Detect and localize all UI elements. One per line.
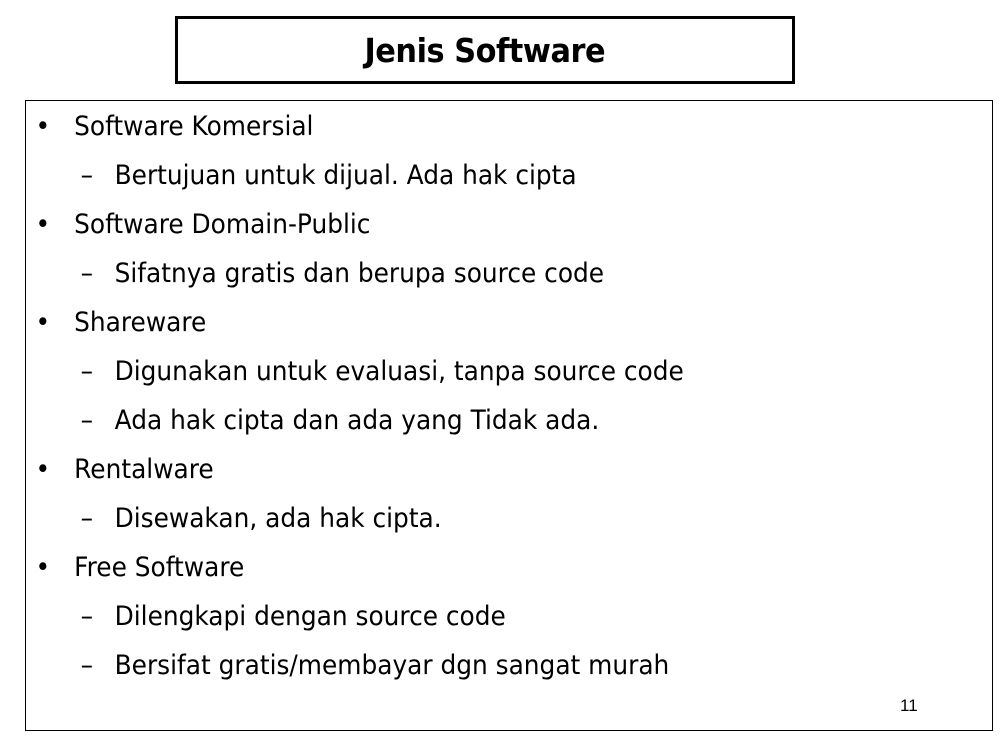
sub-bullet-label: Bertujuan untuk dijual. Ada hak cipta <box>114 160 577 191</box>
bullet-icon: • <box>35 454 51 485</box>
bullet-item-label: Software Domain-Public <box>74 209 371 240</box>
dash-icon: – <box>80 650 94 681</box>
dash-icon: – <box>80 405 94 436</box>
dash-icon: – <box>80 258 94 289</box>
sub-bullet-label: Disewakan, ada hak cipta. <box>114 503 442 534</box>
bullet-item-label: Rentalware <box>74 454 214 485</box>
bullet-icon: • <box>35 209 51 240</box>
page-number: 11 <box>900 696 918 715</box>
bullet-item-label: Shareware <box>74 307 207 338</box>
sub-bullet-label: Sifatnya gratis dan berupa source code <box>114 258 605 289</box>
sub-bullet-label: Bersifat gratis/membayar dgn sangat mura… <box>114 650 670 681</box>
sub-bullet-label: Dilengkapi dengan source code <box>114 601 506 632</box>
bullet-item-label: Free Software <box>74 552 245 583</box>
bullet-icon: • <box>35 552 51 583</box>
sub-bullet-label: Ada hak cipta dan ada yang Tidak ada. <box>114 405 600 436</box>
bullet-icon: • <box>35 111 51 142</box>
slide-title: Jenis Software <box>364 30 606 70</box>
dash-icon: – <box>80 356 94 387</box>
dash-icon: – <box>80 503 94 534</box>
bullet-item-label: Software Komersial <box>74 111 314 142</box>
bullet-icon: • <box>35 307 51 338</box>
sub-bullet-label: Digunakan untuk evaluasi, tanpa source c… <box>114 356 684 387</box>
dash-icon: – <box>80 601 94 632</box>
dash-icon: – <box>80 160 94 191</box>
slide-title-box: Jenis Software <box>175 16 795 84</box>
